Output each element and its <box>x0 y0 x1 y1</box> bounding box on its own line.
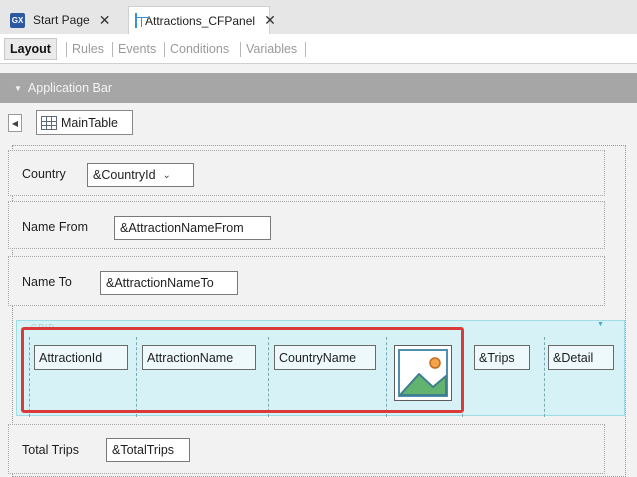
panel-icon <box>135 13 150 28</box>
name-to-label: Name To <box>22 275 72 289</box>
total-trips-label: Total Trips <box>22 443 79 457</box>
divider <box>240 42 241 57</box>
row-total-trips: Total Trips &TotalTrips <box>8 424 605 474</box>
maintable-label: MainTable <box>61 115 118 130</box>
tab-label: Attractions_CFPanel <box>145 13 256 28</box>
row-country: Country &CountryId ⌄ <box>8 150 605 196</box>
tab-start-page[interactable]: GX Start Page ✕ <box>5 6 127 34</box>
name-to-field[interactable]: &AttractionNameTo <box>100 271 238 295</box>
selection-highlight <box>21 327 464 413</box>
editor-sub-tabs: Layout Rules Events Conditions Variables <box>0 34 637 64</box>
table-grid-icon <box>41 115 57 130</box>
country-label: Country <box>22 167 66 181</box>
close-icon[interactable]: ✕ <box>264 12 276 29</box>
divider <box>112 42 113 57</box>
row-name-from: Name From &AttractionNameFrom <box>8 201 605 249</box>
name-from-label: Name From <box>22 220 88 234</box>
tab-label: Start Page <box>33 13 90 27</box>
gx-logo-icon: GX <box>10 12 25 28</box>
application-bar[interactable]: ▼ Application Bar <box>0 73 637 103</box>
tab-rules[interactable]: Rules <box>68 40 108 58</box>
country-combo-value: &CountryId <box>93 168 156 182</box>
tab-events[interactable]: Events <box>114 40 160 58</box>
grid-column-label: &Detail <box>553 350 594 365</box>
name-from-field[interactable]: &AttractionNameFrom <box>114 216 271 240</box>
tab-attractions-cfpanel[interactable]: Attractions_CFPanel ✕ <box>128 6 276 34</box>
grid-column-trips[interactable]: &Trips <box>474 345 530 370</box>
maintable-selector[interactable]: MainTable <box>36 110 133 135</box>
chevron-down-icon[interactable]: ⌄ <box>163 170 171 181</box>
application-bar-label: Application Bar <box>27 81 112 95</box>
tab-conditions[interactable]: Conditions <box>166 40 233 58</box>
document-tab-bar: GX Start Page ✕ Attractions_CFPanel ✕ <box>0 0 637 34</box>
name-to-value: &AttractionNameTo <box>106 276 214 290</box>
divider <box>164 42 165 57</box>
divider <box>66 42 67 57</box>
grid-column-detail[interactable]: &Detail <box>548 345 614 370</box>
row-name-to: Name To &AttractionNameTo <box>8 256 605 306</box>
name-from-value: &AttractionNameFrom <box>120 221 244 235</box>
grid-column-label: &Trips <box>479 350 515 365</box>
divider <box>305 42 306 57</box>
close-icon[interactable]: ✕ <box>99 12 111 29</box>
tab-layout[interactable]: Layout <box>4 38 57 60</box>
collapse-icon[interactable]: ▼ <box>14 84 22 93</box>
grid-menu-icon[interactable]: ▼ <box>597 321 604 328</box>
tab-variables[interactable]: Variables <box>242 40 301 58</box>
collapse-toggle-button[interactable]: ◀ <box>8 114 22 132</box>
total-trips-value: &TotalTrips <box>112 443 175 457</box>
total-trips-field[interactable]: &TotalTrips <box>106 438 190 462</box>
grid-column-divider <box>544 337 545 417</box>
country-combo[interactable]: &CountryId ⌄ <box>87 163 194 187</box>
